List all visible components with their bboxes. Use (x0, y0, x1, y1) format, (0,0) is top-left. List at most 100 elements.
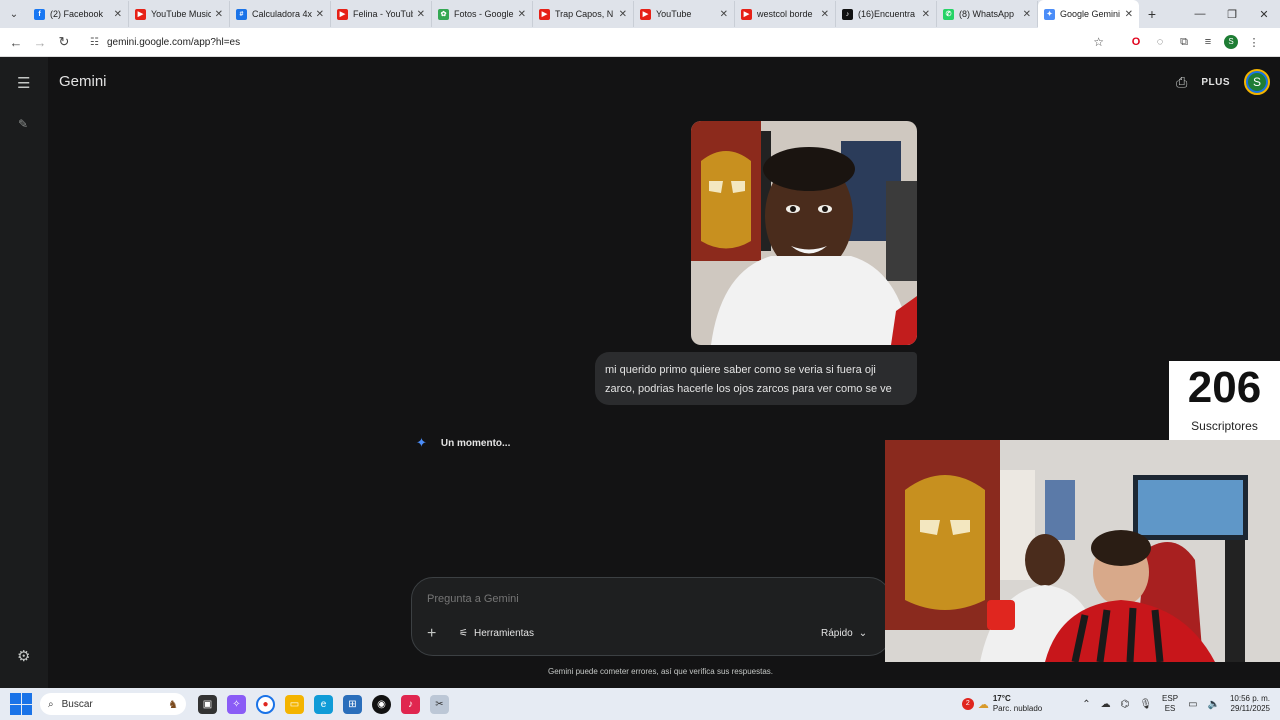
extension-icon[interactable]: ◌ (1152, 36, 1168, 48)
close-tab-icon[interactable]: ✕ (720, 9, 728, 20)
close-tab-icon[interactable]: ✕ (215, 9, 223, 20)
tab-search-chevron-icon[interactable]: ⌄ (0, 0, 28, 28)
browser-tab[interactable]: ▶ Trap Capos, N ✕ (533, 1, 634, 27)
obs-icon[interactable]: ◉ (372, 694, 391, 714)
top-right-actions: ⎙ PLUS S (1176, 69, 1270, 95)
snipping-tool-icon[interactable]: ✂ (430, 694, 449, 714)
plan-badge[interactable]: PLUS (1201, 77, 1230, 88)
settings-gear-icon[interactable]: ⚙ (17, 647, 30, 665)
close-tab-icon[interactable]: ✕ (316, 9, 324, 20)
cloud-sync-icon[interactable]: ☁ (1101, 699, 1111, 710)
close-tab-icon[interactable]: ✕ (518, 9, 526, 20)
screen: ⌄ f (2) Facebook ✕ ▶ YouTube Music ✕ # Calculad… (0, 0, 1280, 720)
browser-tab[interactable]: ▶ YouTube ✕ (634, 1, 735, 27)
clock-time: 10:56 p. m. (1229, 694, 1270, 703)
tools-sliders-icon: ⚟ (459, 628, 468, 639)
weather-text: 17°C Parc. nublado (993, 694, 1042, 714)
youtube-icon: ▶ (337, 8, 348, 20)
browser-tab[interactable]: ▶ Felina - YouTube ✕ (331, 1, 432, 27)
weather-temp: 17°C (992, 694, 1011, 703)
opera-extension-icon[interactable]: O (1128, 36, 1144, 48)
loading-indicator: ✦ Un momento... (416, 435, 510, 451)
copilot-icon[interactable]: ✧ (227, 694, 246, 714)
add-attachment-icon[interactable]: + (427, 625, 436, 643)
taskbar-search[interactable]: ⌕ Buscar ♞ (40, 693, 186, 715)
back-icon[interactable]: ← (4, 35, 28, 50)
browser-tab[interactable]: ✿ Fotos - Google ✕ (432, 1, 533, 27)
browser-tab[interactable]: # Calculadora 4x ✕ (230, 1, 331, 27)
minimize-icon[interactable]: — (1184, 8, 1216, 21)
new-chat-icon[interactable]: ✎ (18, 117, 28, 131)
browser-tab[interactable]: f (2) Facebook ✕ (28, 1, 129, 27)
omnibox[interactable]: ☷ gemini.google.com/app?hl=es ☆ (82, 31, 1112, 53)
user-avatar[interactable]: S (1244, 69, 1270, 95)
share-icon[interactable]: ⎙ (1176, 74, 1187, 91)
whatsapp-icon: ✆ (943, 8, 954, 20)
weather-widget[interactable]: 2 ☁ 17°C Parc. nublado (961, 694, 1042, 714)
chevron-up-icon[interactable]: ⌃ (1082, 699, 1090, 710)
file-explorer-icon[interactable]: ▭ (285, 694, 304, 714)
webcam-overlay (885, 440, 1280, 662)
subscriber-counter: 206 Suscriptores (1169, 361, 1280, 440)
chrome-icon[interactable]: ● (256, 694, 275, 714)
browser-tab[interactable]: ▶ YouTube Music ✕ (129, 1, 230, 27)
tiktok-app-icon[interactable]: ♪ (401, 694, 420, 714)
lang-bottom: ES (1164, 704, 1176, 713)
restore-icon[interactable]: ❐ (1216, 8, 1248, 21)
close-tab-icon[interactable]: ✕ (1125, 9, 1133, 20)
reload-icon[interactable]: ↻ (52, 34, 76, 50)
close-tab-icon[interactable]: ✕ (821, 9, 829, 20)
browser-tab[interactable]: ▶ westcol borde ✕ (735, 1, 836, 27)
side-rail: ☰ ✎ ⚙ (0, 57, 48, 688)
weather-badge: 2 (961, 698, 974, 710)
bookmark-star-icon[interactable]: ☆ (1093, 35, 1104, 49)
tab-list: f (2) Facebook ✕ ▶ YouTube Music ✕ # Calculador… (28, 0, 1139, 28)
disclaimer-text: Gemini puede cometer errores, así que ve… (548, 667, 773, 676)
tab-title: (2) Facebook (50, 9, 104, 19)
display-icon[interactable]: ▭ (1188, 699, 1197, 710)
extensions-area: O ◌ ⧉ ≡ S ⋮ (1128, 35, 1262, 49)
edge-icon[interactable]: e (314, 694, 333, 714)
subscriber-label: Suscriptores (1191, 419, 1258, 433)
close-tab-icon[interactable]: ✕ (619, 9, 627, 20)
mode-label: Rápido (821, 628, 853, 639)
tab-title: westcol borde (757, 9, 813, 19)
search-icon: ⌕ (48, 698, 54, 710)
hamburger-menu-icon[interactable]: ☰ (17, 74, 30, 92)
task-view-icon[interactable]: ▣ (198, 694, 217, 714)
puzzle-icon[interactable]: ⧉ (1176, 36, 1192, 49)
tab-title: (8) WhatsApp (959, 9, 1015, 19)
youtube-icon: ▶ (741, 8, 752, 20)
browser-tab[interactable]: ♪ (16)Encuentra ✕ (836, 1, 937, 27)
address-bar: ← → ↻ ☷ gemini.google.com/app?hl=es ☆ O … (0, 28, 1280, 57)
tools-button[interactable]: ⚟ Herramientas (459, 628, 534, 639)
close-tab-icon[interactable]: ✕ (114, 9, 122, 20)
windows-start-icon[interactable] (10, 693, 32, 715)
gemini-brand[interactable]: Gemini (59, 73, 107, 90)
store-icon[interactable]: ⊞ (343, 694, 362, 714)
media-controls-icon[interactable]: ≡ (1200, 36, 1216, 48)
forward-icon[interactable]: → (28, 35, 52, 50)
clock[interactable]: 10:56 p. m. 29/11/2025 (1230, 694, 1270, 714)
tab-title: Fotos - Google (454, 9, 514, 19)
profile-avatar[interactable]: S (1224, 35, 1238, 49)
close-tab-icon[interactable]: ✕ (1023, 9, 1031, 20)
microphone-icon[interactable]: 🎙 (1139, 699, 1152, 710)
calculator-icon: # (236, 8, 247, 20)
close-tab-icon[interactable]: ✕ (417, 9, 425, 20)
mode-selector[interactable]: Rápido ⌄ (821, 628, 867, 639)
new-tab-button[interactable]: + (1139, 6, 1165, 22)
close-tab-icon[interactable]: ✕ (922, 9, 930, 20)
prompt-input[interactable] (427, 593, 847, 605)
tab-title: YouTube (656, 9, 692, 19)
site-info-icon[interactable]: ☷ (90, 37, 99, 48)
close-window-icon[interactable]: ✕ (1248, 8, 1280, 21)
game-controller-icon[interactable]: ⌬ (1121, 699, 1130, 710)
browser-tab[interactable]: ✆ (8) WhatsApp ✕ (937, 1, 1038, 27)
language-indicator[interactable]: ESP ES (1162, 694, 1178, 714)
loading-text: Un momento... (440, 437, 511, 449)
uploaded-photo[interactable] (691, 121, 917, 345)
volume-icon[interactable]: 🔈 (1208, 699, 1220, 710)
browser-tab[interactable]: ✦ Google Gemini ✕ (1038, 0, 1139, 28)
browser-menu-icon[interactable]: ⋮ (1246, 36, 1262, 49)
